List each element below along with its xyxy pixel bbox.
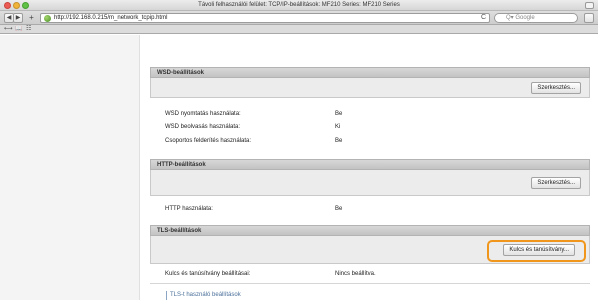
tls-section-header: TLS-beállítások: [150, 225, 590, 236]
http-section-title: HTTP-beállítások: [157, 162, 206, 168]
top-sites-icon[interactable]: ☷: [26, 26, 31, 33]
http-use-label: HTTP használata:: [165, 206, 213, 212]
search-placeholder: Q▾ Google: [506, 15, 535, 21]
forward-button[interactable]: ▶: [13, 13, 23, 23]
site-icon: [44, 15, 51, 22]
reload-icon[interactable]: C: [481, 14, 486, 21]
reading-list-icon[interactable]: 📖: [15, 26, 22, 33]
show-all-bookmarks-icon[interactable]: ⟷: [4, 26, 13, 33]
bookmarks-bar: ⟷ 📖 ☷: [0, 25, 598, 34]
tls-settings-link[interactable]: TLS-t használó beállítások: [170, 292, 241, 299]
highlight-outline: [487, 240, 586, 262]
http-use-value: Be: [335, 206, 343, 212]
http-section-header: HTTP-beállítások: [150, 159, 590, 170]
wsd-print-label: WSD nyomtatás használata:: [165, 111, 241, 117]
multicast-discovery-value: Be: [335, 138, 343, 144]
address-bar[interactable]: http://192.168.0.215/m_network_tcpip.htm…: [40, 13, 490, 23]
wsd-action-bar: Szerkesztés...: [150, 78, 590, 98]
link-marker: [166, 291, 167, 300]
downloads-button[interactable]: [584, 13, 594, 23]
search-input[interactable]: Q▾ Google: [494, 13, 578, 23]
wsd-section-title: WSD-beállítások: [157, 70, 205, 76]
page-sidebar: [0, 35, 140, 300]
url-text: http://192.168.0.215/m_network_tcpip.htm…: [54, 15, 168, 21]
wsd-edit-button[interactable]: Szerkesztés...: [531, 82, 581, 94]
key-cert-settings-label: Kulcs és tanúsítvány beállításai:: [165, 271, 251, 277]
add-bookmark-button[interactable]: +: [27, 13, 36, 23]
http-edit-button[interactable]: Szerkesztés...: [531, 177, 581, 189]
tls-section-title: TLS-beállítások: [157, 228, 202, 234]
wsd-scan-value: Ki: [335, 124, 341, 130]
section-divider: [150, 283, 590, 284]
toolbar-toggle-button[interactable]: [585, 2, 594, 9]
wsd-scan-label: WSD beolvasás használata:: [165, 124, 241, 130]
window-title-bar: Távoli felhasználói felület: TCP/IP-beál…: [0, 0, 598, 11]
window-title: Távoli felhasználói felület: TCP/IP-beál…: [198, 2, 400, 8]
http-action-bar: Szerkesztés...: [150, 170, 590, 196]
wsd-print-value: Be: [335, 111, 343, 117]
multicast-discovery-label: Csoportos felderítés használata:: [165, 138, 252, 144]
wsd-section-header: WSD-beállítások: [150, 67, 590, 78]
key-cert-settings-value: Nincs beállítva.: [335, 271, 376, 277]
browser-toolbar: ◀ ▶ + http://192.168.0.215/m_network_tcp…: [0, 11, 598, 25]
